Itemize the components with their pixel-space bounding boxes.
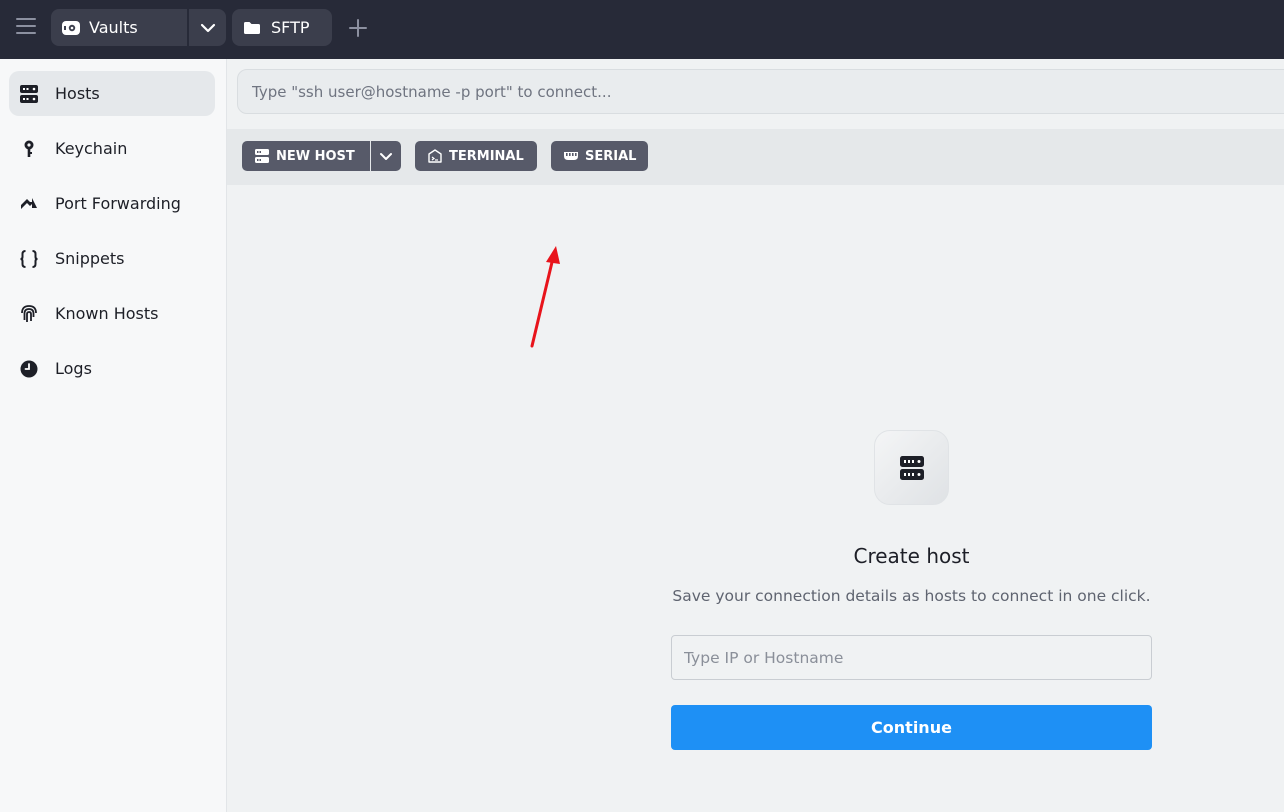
main-content: NEW HOST TERMINAL SERIAL [227, 59, 1284, 812]
vaults-label: Vaults [89, 18, 138, 37]
serial-port-icon [564, 152, 578, 160]
sidebar-item-label: Hosts [55, 84, 100, 103]
new-host-label: NEW HOST [276, 148, 355, 164]
serial-label: SERIAL [585, 148, 637, 164]
sidebar-item-label: Snippets [55, 249, 125, 268]
sidebar-item-port-forwarding[interactable]: Port Forwarding [9, 181, 215, 226]
terminal-button[interactable]: TERMINAL [415, 141, 537, 171]
vault-icon [62, 20, 80, 35]
hosts-toolbar: NEW HOST TERMINAL SERIAL [227, 129, 1284, 185]
serial-button[interactable]: SERIAL [551, 141, 648, 171]
empty-state-subtitle: Save your connection details as hosts to… [672, 587, 1151, 605]
terminal-icon [428, 149, 442, 163]
sidebar-item-label: Keychain [55, 139, 128, 158]
continue-button[interactable]: Continue [671, 705, 1152, 750]
empty-state-server-icon [874, 430, 949, 505]
vaults-dropdown-button[interactable] [189, 9, 226, 46]
sidebar-item-label: Logs [55, 359, 92, 378]
top-bar: Vaults SFTP [0, 0, 1284, 59]
chevron-down-icon [380, 152, 392, 160]
ssh-command-input[interactable] [237, 69, 1284, 114]
menu-icon[interactable] [16, 18, 36, 36]
sidebar-item-known-hosts[interactable]: Known Hosts [9, 291, 215, 336]
add-tab-icon[interactable] [347, 17, 369, 39]
annotation-arrow [530, 246, 560, 348]
new-host-button[interactable]: NEW HOST [242, 141, 370, 171]
sidebar-item-hosts[interactable]: Hosts [9, 71, 215, 116]
fingerprint-icon [19, 304, 45, 324]
sidebar: Hosts Keychain Port Forwarding Snippets … [0, 59, 227, 812]
port-forward-icon [19, 194, 45, 214]
vault-selector: Vaults [51, 9, 226, 46]
empty-state-title: Create host [853, 544, 970, 568]
folder-icon [244, 21, 260, 34]
sidebar-item-label: Port Forwarding [55, 194, 181, 213]
new-host-dropdown-button[interactable] [371, 141, 401, 171]
sidebar-item-label: Known Hosts [55, 304, 159, 323]
vaults-button[interactable]: Vaults [51, 9, 187, 46]
hostname-input[interactable] [671, 635, 1152, 680]
server-icon [19, 84, 45, 104]
sidebar-item-snippets[interactable]: Snippets [9, 236, 215, 281]
server-icon [255, 149, 269, 163]
clock-icon [19, 359, 45, 379]
sidebar-item-keychain[interactable]: Keychain [9, 126, 215, 171]
braces-icon [19, 249, 45, 269]
chevron-down-icon [200, 23, 215, 32]
key-icon [19, 139, 45, 159]
tab-sftp[interactable]: SFTP [232, 9, 332, 46]
terminal-label: TERMINAL [449, 148, 524, 164]
sidebar-item-logs[interactable]: Logs [9, 346, 215, 391]
tab-label: SFTP [271, 18, 310, 37]
